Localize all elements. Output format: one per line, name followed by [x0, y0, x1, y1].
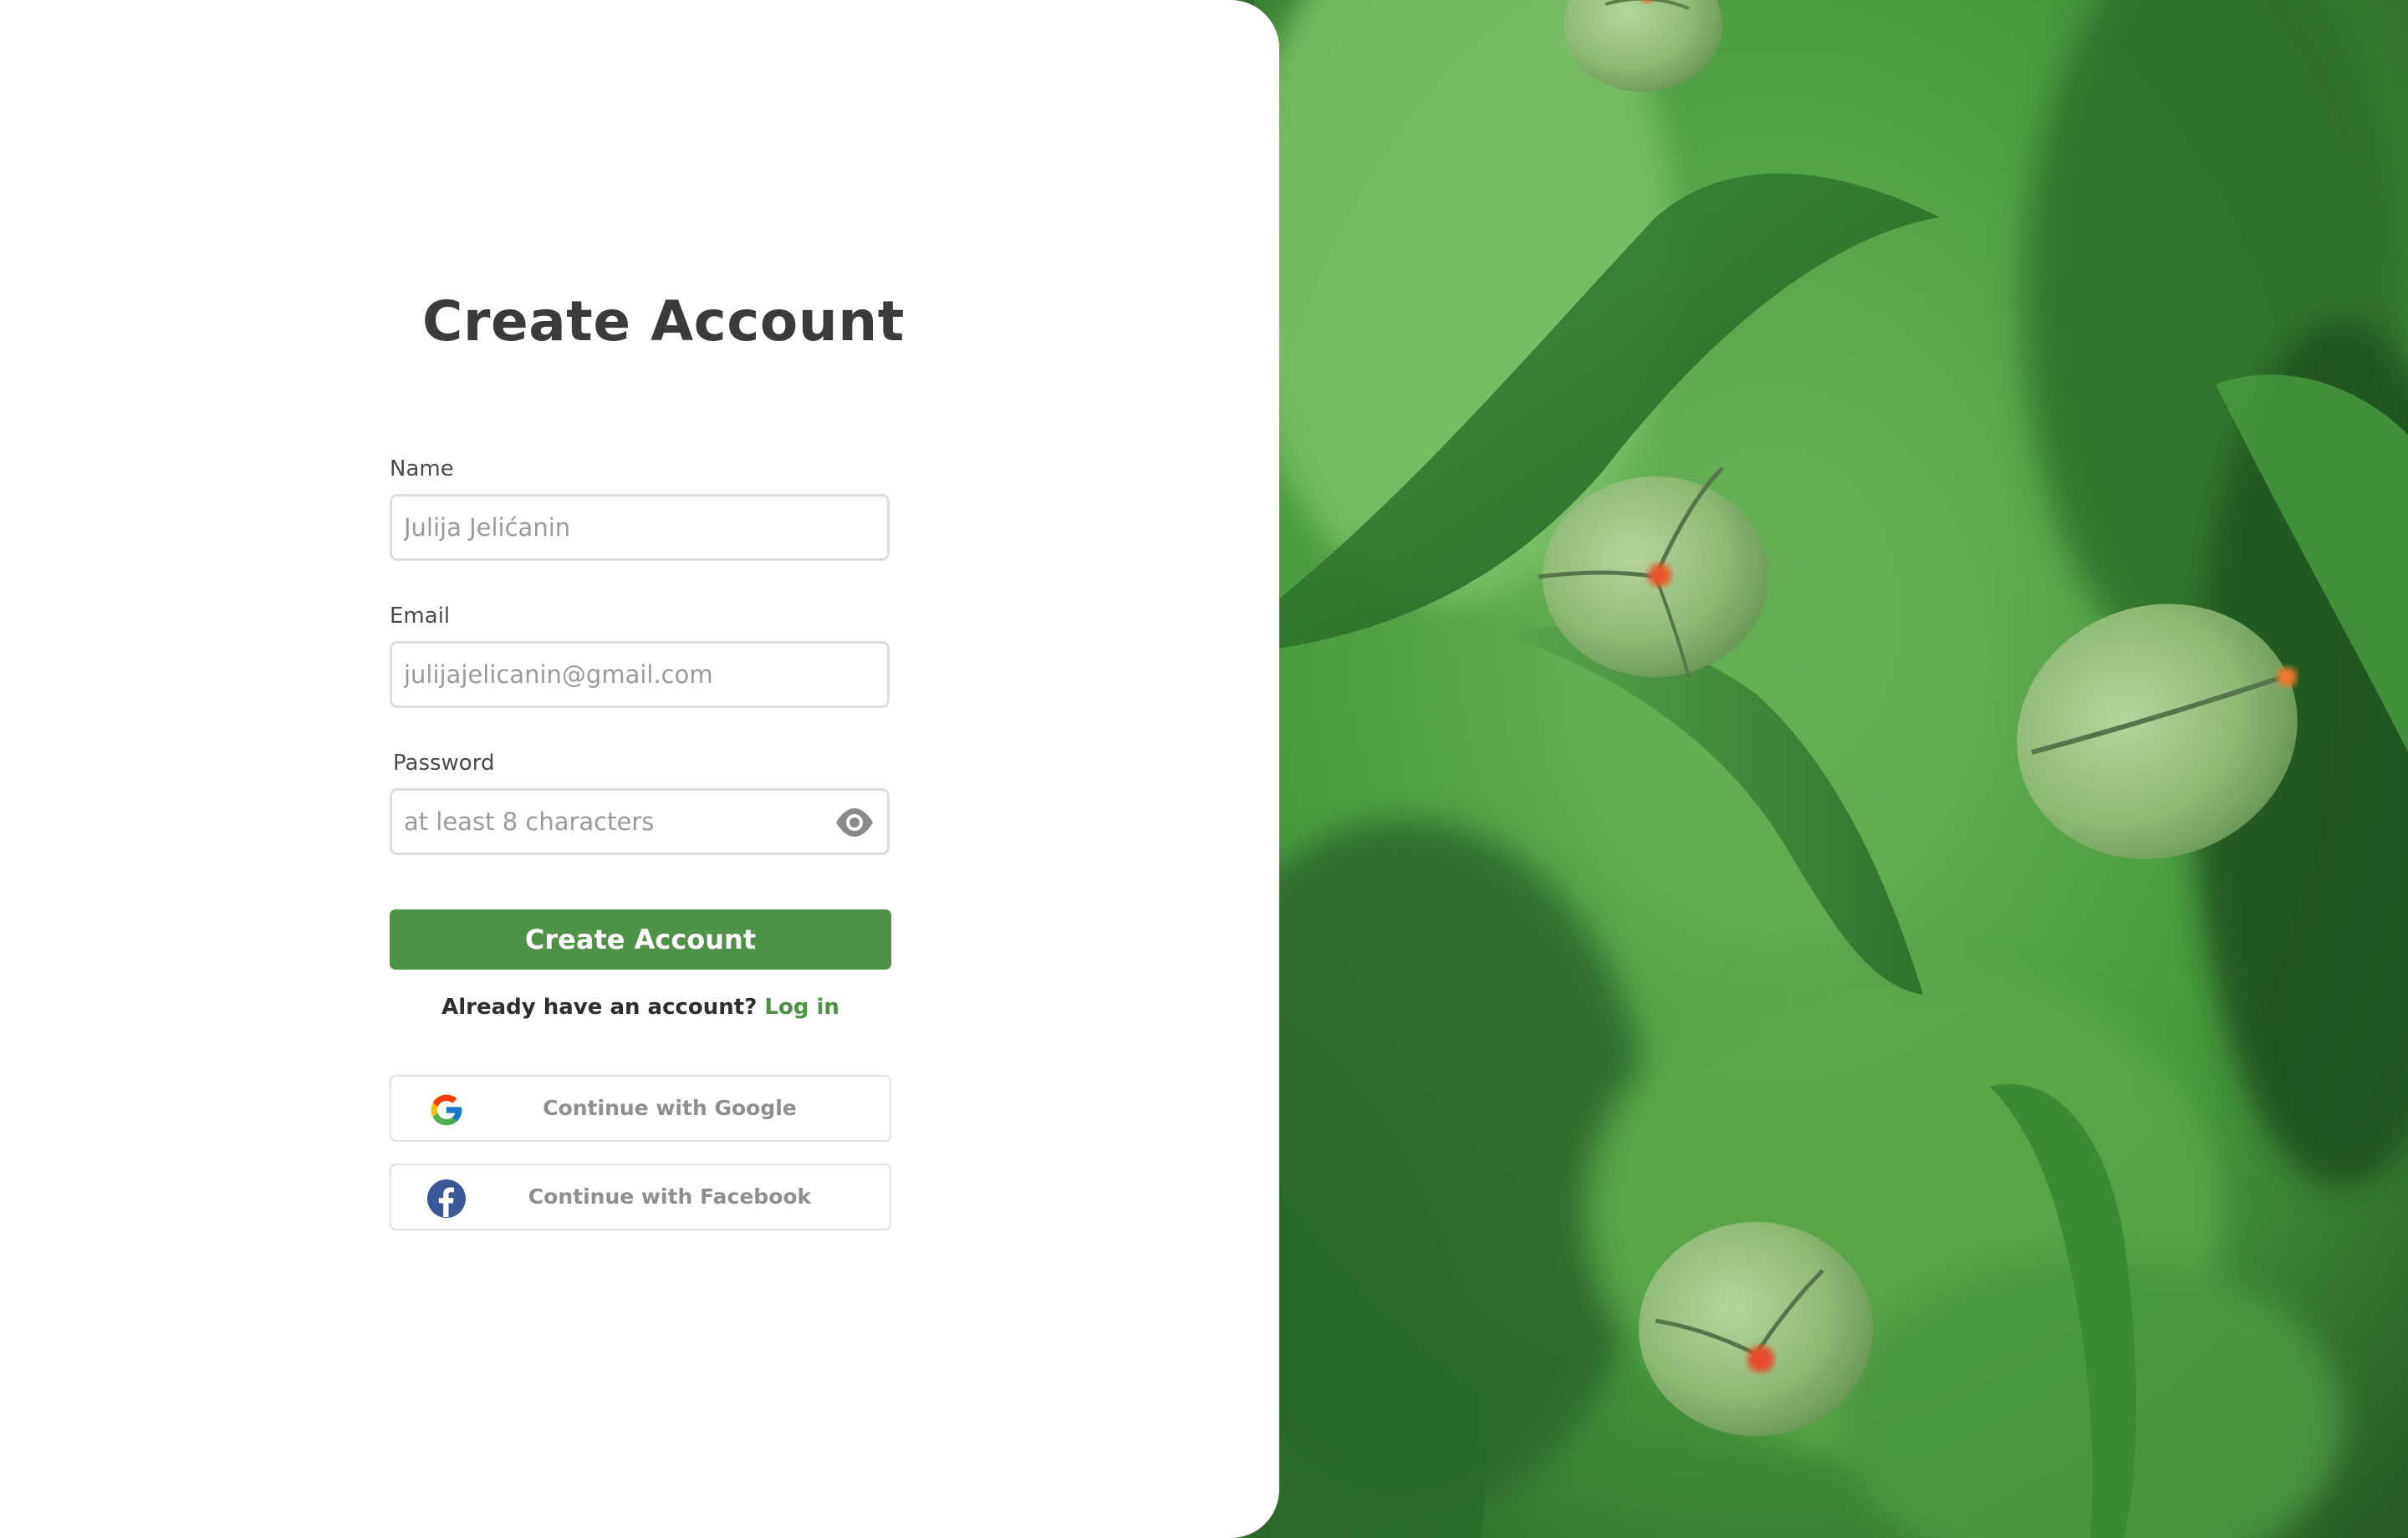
facebook-icon	[427, 1179, 466, 1218]
google-button-label: Continue with Google	[543, 1096, 797, 1120]
tulip-bud	[1639, 1222, 1873, 1436]
facebook-button-label: Continue with Facebook	[528, 1184, 812, 1209]
email-label: Email	[390, 603, 451, 629]
login-prompt-text: Already have an account?	[441, 995, 758, 1020]
continue-with-facebook-button[interactable]: Continue with Facebook	[390, 1164, 891, 1230]
page-title: Create Account	[422, 289, 905, 354]
create-account-button[interactable]: Create Account	[390, 909, 891, 970]
password-input[interactable]	[404, 791, 797, 853]
eye-icon[interactable]	[834, 806, 875, 839]
continue-with-google-button[interactable]: Continue with Google	[390, 1075, 891, 1142]
tulip-photo	[1254, 0, 2408, 1538]
hero-image-tulips	[1254, 0, 2408, 1538]
email-field[interactable]	[390, 641, 890, 708]
name-input[interactable]	[404, 497, 855, 558]
login-link[interactable]: Log in	[764, 995, 839, 1020]
signup-panel: Create Account Name Email Password Creat…	[0, 0, 1279, 1538]
email-input[interactable]	[404, 644, 855, 705]
login-prompt: Already have an account? Log in	[390, 993, 891, 1021]
password-label: Password	[393, 751, 495, 776]
name-label: Name	[390, 456, 454, 481]
signup-page: Create Account Name Email Password Creat…	[0, 0, 2408, 1538]
name-field[interactable]	[390, 494, 890, 561]
password-field[interactable]	[390, 788, 890, 855]
google-icon	[428, 1092, 465, 1128]
